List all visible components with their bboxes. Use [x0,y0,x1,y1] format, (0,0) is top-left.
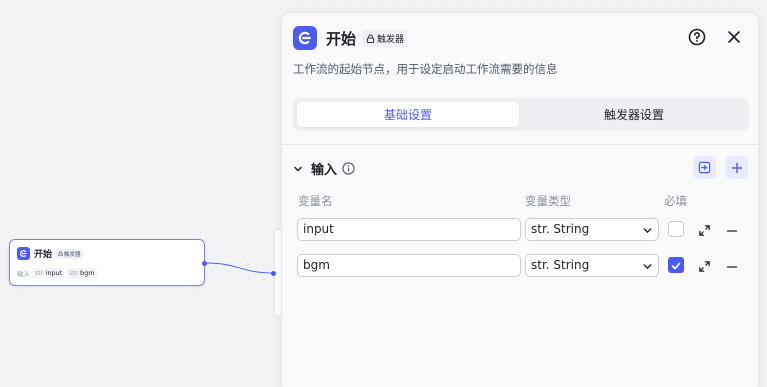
variable-name-input[interactable]: bgm [297,254,521,277]
column-header-type: 变量类型 [525,194,571,208]
help-button[interactable] [688,28,706,50]
lock-icon [58,251,63,256]
checkmark-icon [671,262,681,270]
node-var-chip: str bgm [67,268,97,278]
help-circle-icon [688,28,706,46]
node-var-chip: str input [33,268,65,278]
tab-trigger-settings[interactable]: 触发器设置 [523,102,745,127]
panel-title: 开始 [326,29,357,48]
minus-icon [726,266,738,268]
expand-button[interactable] [698,258,711,277]
section-title: 输入 [311,163,338,178]
settings-tabs: 基础设置 触发器设置 [293,98,749,131]
remove-variable-button[interactable] [726,258,738,277]
node-config-panel: 开始 触发器 工作流的起始节点，用于设定启动工作流需要的信息 基础设置 触发器设… [281,12,760,387]
expand-icon [699,261,710,272]
column-header-required: 必填 [664,194,687,208]
start-logo-icon [293,26,317,50]
expand-icon [699,225,710,236]
plus-icon [731,162,742,173]
divider [282,144,760,145]
variable-type-select[interactable]: str. String [525,254,659,277]
info-icon[interactable] [342,162,355,175]
variable-name-input[interactable]: input [297,218,521,241]
output-port[interactable] [202,261,207,266]
column-header-name: 变量名 [298,194,333,208]
panel-description: 工作流的起始节点，用于设定启动工作流需要的信息 [293,62,558,76]
start-node[interactable]: 开始 触发器 输入 str input str bgm [9,239,205,286]
node-inputs-label: 输入 [17,270,30,278]
node-trigger-badge: 触发器 [56,248,83,259]
variable-type-select[interactable]: str. String [525,218,659,241]
node-title: 开始 [34,250,53,260]
remove-variable-button[interactable] [726,222,738,241]
lock-icon [366,33,375,43]
start-logo-icon [17,247,30,260]
import-icon [698,161,711,174]
import-button[interactable] [693,156,716,179]
node-inputs-row: 输入 str input str bgm [17,268,97,278]
chevron-down-icon[interactable] [293,164,303,174]
chevron-down-icon [643,264,652,270]
add-variable-button[interactable] [725,156,748,179]
inputs-section-header: 输入 [293,159,355,178]
chevron-down-icon [643,228,652,234]
close-button[interactable] [725,28,743,50]
required-checkbox[interactable] [668,221,684,237]
close-icon [728,31,740,43]
minus-icon [726,230,738,232]
tab-basic-settings[interactable]: 基础设置 [297,102,519,127]
trigger-badge: 触发器 [362,29,409,47]
expand-button[interactable] [698,222,711,241]
required-checkbox[interactable] [668,257,684,273]
input-port[interactable] [271,271,276,276]
